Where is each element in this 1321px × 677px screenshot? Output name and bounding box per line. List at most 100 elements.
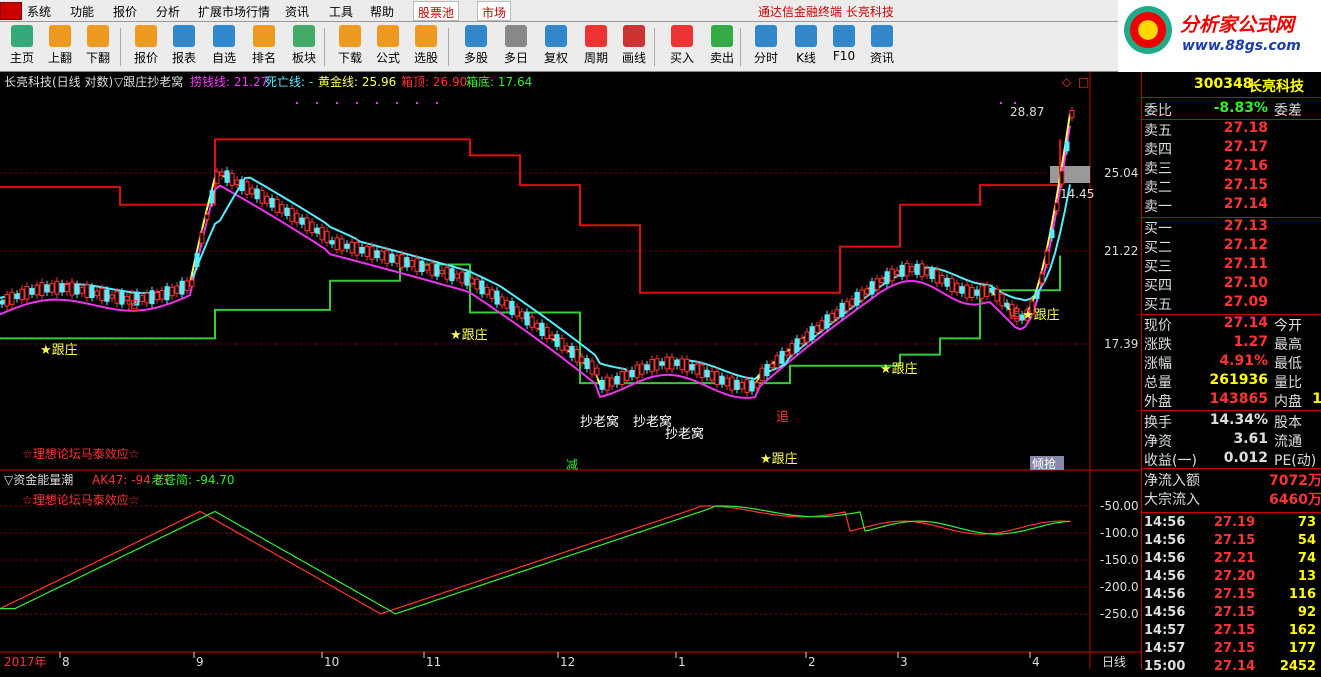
- fin-row-value: 3.61: [1233, 431, 1268, 447]
- toolbar-btn-1[interactable]: 上翻: [40, 24, 80, 70]
- candle-body: [174, 285, 180, 294]
- candle-body: [244, 181, 250, 195]
- toolbar-btn-3[interactable]: 报价: [126, 24, 166, 70]
- candle-body: [894, 270, 900, 276]
- toolbar-btn-21[interactable]: 资讯: [862, 24, 902, 70]
- menu-tools[interactable]: 工具: [329, 3, 353, 20]
- toolbar-btn-0[interactable]: 主页: [2, 24, 42, 70]
- period-label[interactable]: 日线: [1102, 655, 1126, 669]
- menu-quote[interactable]: 报价: [113, 3, 137, 20]
- toolbar-btn-16[interactable]: 买入: [662, 24, 702, 70]
- kline-chart[interactable]: 长亮科技(日线 对数) ▽跟庄抄老窝 捞钱线: 21.27 死亡线: - 黄金线…: [0, 72, 1141, 669]
- toolbar-btn-14[interactable]: 周期: [576, 24, 616, 70]
- menu-function[interactable]: 功能: [70, 3, 94, 20]
- toolbar-btn-11[interactable]: 多股: [456, 24, 496, 70]
- candle-body: [324, 230, 330, 244]
- toolbar-btn-20[interactable]: F10: [824, 24, 864, 70]
- candle-body: [954, 282, 960, 293]
- toolbar-btn-19[interactable]: K线: [786, 24, 826, 70]
- sell-row-label: 卖三: [1144, 161, 1172, 177]
- panel-toggle-icon[interactable]: □: [1078, 75, 1089, 89]
- menu-info[interactable]: 资讯: [285, 3, 309, 20]
- toolbar-separator: [120, 28, 121, 66]
- toolbar-btn-13[interactable]: 复权: [536, 24, 576, 70]
- toolbar-btn-6[interactable]: 排名: [244, 24, 284, 70]
- sub-tick-2: -100.0: [1100, 526, 1139, 540]
- candle-body: [699, 364, 705, 379]
- buy-row-value: 27.12: [1223, 237, 1268, 253]
- signal-dot: [1000, 102, 1002, 104]
- buy-row-label: 买五: [1144, 297, 1172, 313]
- candle-body: [999, 293, 1005, 307]
- buy-row: 买三 27.11: [1144, 256, 1321, 275]
- menu-analysis[interactable]: 分析: [156, 3, 180, 20]
- toolbar-btn-17[interactable]: 卖出: [702, 24, 742, 70]
- menu-help[interactable]: 帮助: [370, 3, 394, 20]
- diamond-icon[interactable]: ◇: [1062, 75, 1072, 89]
- toolbar-btn-2[interactable]: 下翻: [78, 24, 118, 70]
- candle-body: [799, 337, 805, 345]
- candle-body: [494, 290, 500, 305]
- toolbar-label: 上翻: [47, 51, 72, 65]
- stat-row-value: 27.14: [1223, 315, 1268, 331]
- toolbar-btn-10[interactable]: 选股: [406, 24, 446, 70]
- toolbar-label: 排名: [251, 51, 276, 65]
- candle-body: [444, 266, 450, 280]
- candle-body: [989, 287, 995, 293]
- toolbar-btn-7[interactable]: 板块: [284, 24, 324, 70]
- buy-row-value: 27.09: [1223, 294, 1268, 310]
- stat-row-label2: 最高: [1274, 337, 1302, 353]
- tick-volume: 13: [1297, 569, 1316, 584]
- buy-row-label: 买二: [1144, 240, 1172, 256]
- tick-price: 27.14: [1214, 659, 1256, 674]
- fin-row-value: 14.34%: [1209, 412, 1268, 428]
- stat-row: 涨幅 4.91% 最低: [1144, 353, 1321, 372]
- tab-market[interactable]: 市场: [477, 1, 512, 21]
- candle-body: [419, 260, 425, 273]
- stat-row-label: 总量: [1144, 375, 1172, 391]
- price-tick-1: 25.04: [1104, 166, 1138, 180]
- candle-body: [884, 271, 890, 285]
- candle-body: [819, 320, 825, 331]
- toolbar-icon-11: [465, 25, 487, 47]
- mark-zhui-2: 追: [776, 409, 789, 425]
- tick-row: 15:00 27.14 2452: [1144, 659, 1321, 677]
- candle-body: [809, 326, 815, 340]
- toolbar-label: 多股: [463, 51, 488, 65]
- menu-system[interactable]: 系统: [27, 3, 51, 20]
- candle-body: [719, 375, 725, 385]
- toolbar-btn-9[interactable]: 公式: [368, 24, 408, 70]
- candle-body: [929, 268, 935, 279]
- stat-row-label2: 今开: [1274, 318, 1302, 334]
- candle-body: [424, 264, 430, 271]
- candle-body: [909, 266, 915, 273]
- toolbar-btn-8[interactable]: 下载: [330, 24, 370, 70]
- candle-body: [674, 361, 680, 366]
- toolbar-btn-18[interactable]: 分时: [746, 24, 786, 70]
- candle-body: [579, 356, 585, 363]
- siwang-line: [0, 176, 1071, 381]
- toolbar-btn-15[interactable]: 画线: [614, 24, 654, 70]
- toolbar-btn-12[interactable]: 多日: [496, 24, 536, 70]
- candle-body: [254, 188, 260, 200]
- candle-body: [429, 262, 435, 276]
- candle-body: [469, 277, 475, 284]
- toolbar-btn-4[interactable]: 报表: [164, 24, 204, 70]
- candle-body: [934, 269, 940, 284]
- candle-body: [284, 207, 290, 217]
- candle-body: [729, 376, 735, 391]
- stat-row-label2: 最低: [1274, 356, 1302, 372]
- toolbar-label: 下翻: [85, 51, 110, 65]
- toolbar-btn-5[interactable]: 自选: [204, 24, 244, 70]
- menu-ext-market[interactable]: 扩展市场行情: [198, 3, 270, 20]
- candle-body: [19, 288, 25, 301]
- candle-body: [479, 280, 485, 295]
- tick-volume: 162: [1288, 623, 1316, 638]
- mark-genzhuang-4: ★跟庄: [1022, 307, 1060, 323]
- candle-body: [924, 268, 930, 276]
- candle-body: [14, 293, 20, 300]
- candle-body: [604, 376, 610, 391]
- tab-stock-pool[interactable]: 股票池: [413, 1, 460, 21]
- buy-row-value: 27.13: [1223, 218, 1268, 234]
- toolbar-label: 下载: [337, 51, 362, 65]
